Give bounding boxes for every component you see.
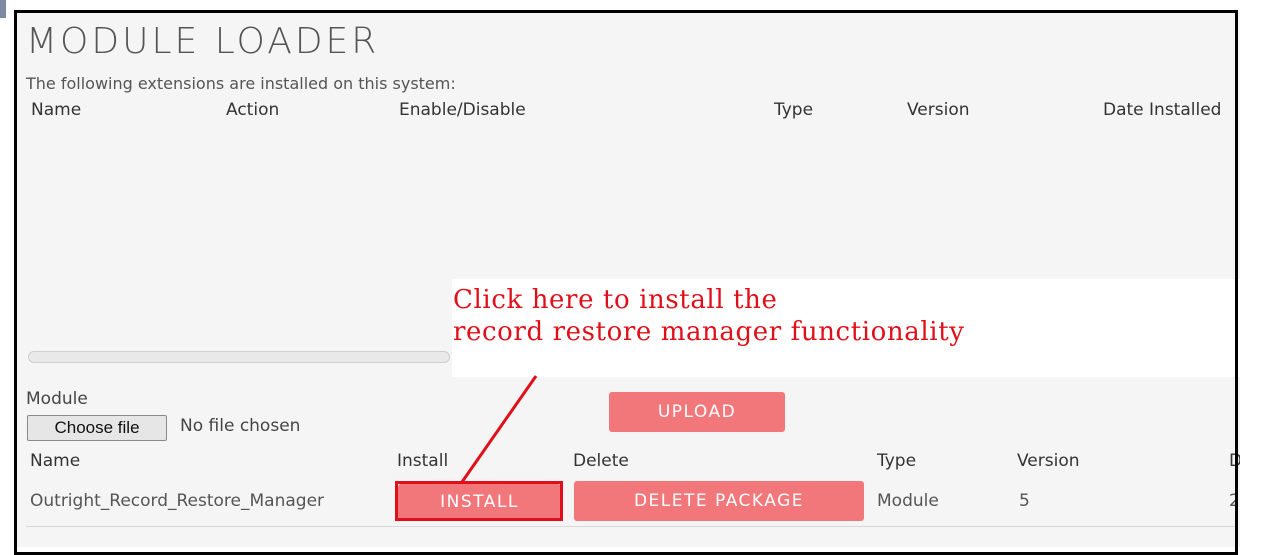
window-corner-tab — [0, 0, 6, 18]
annotation-arrow-line — [460, 375, 538, 483]
module-loader-panel: MODULE LOADER The following extensions a… — [16, 12, 1240, 547]
